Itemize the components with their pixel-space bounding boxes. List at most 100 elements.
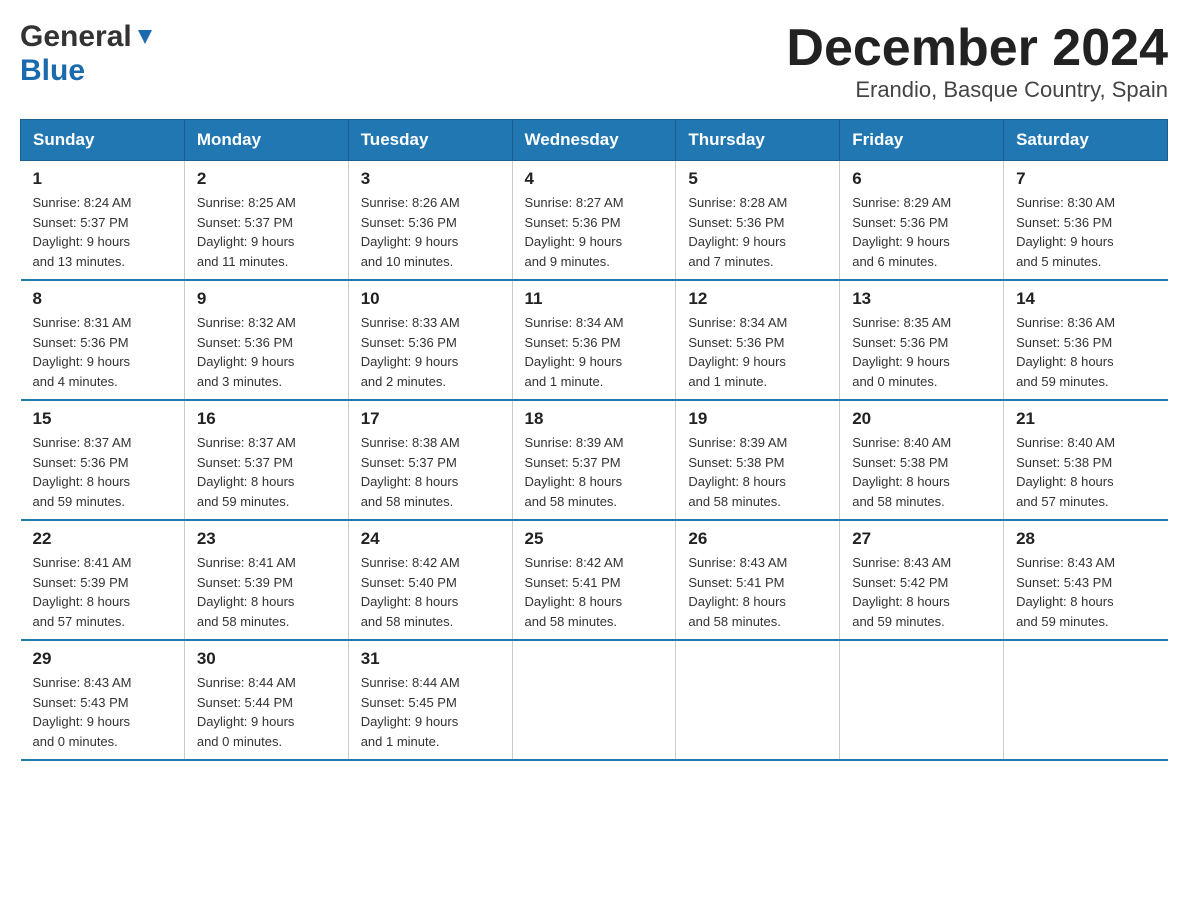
calendar-cell: 18Sunrise: 8:39 AMSunset: 5:37 PMDayligh… [512,400,676,520]
calendar-week-1: 1Sunrise: 8:24 AMSunset: 5:37 PMDaylight… [21,161,1168,281]
header-cell-thursday: Thursday [676,120,840,161]
calendar-cell: 16 Sunrise: 8:37 AMSunset: 5:37 PMDayligh… [184,400,348,520]
day-info: Sunrise: 8:33 AMSunset: 5:36 PMDaylight:… [361,313,500,391]
calendar-cell: 26Sunrise: 8:43 AMSunset: 5:41 PMDayligh… [676,520,840,640]
location: Erandio, Basque Country, Spain [786,77,1168,103]
day-number: 25 [525,529,664,549]
day-info: Sunrise: 8:38 AMSunset: 5:37 PMDaylight:… [361,433,500,511]
calendar-cell [840,640,1004,760]
calendar-week-5: 29 Sunrise: 8:43 AMSunset: 5:43 PMDayligh… [21,640,1168,760]
day-info: Sunrise: 8:35 AMSunset: 5:36 PMDaylight:… [852,313,991,391]
calendar-week-4: 22 Sunrise: 8:41 AMSunset: 5:39 PMDayligh… [21,520,1168,640]
day-number: 23 [197,529,336,549]
day-info: Sunrise: 8:43 AMSunset: 5:43 PMDaylight:… [1016,553,1155,631]
calendar-cell [1004,640,1168,760]
day-info: Sunrise: 8:39 AMSunset: 5:38 PMDaylight:… [688,433,827,511]
day-number: 6 [852,169,991,189]
day-info: Sunrise: 8:43 AMSunset: 5:43 PMDaylight:… [33,673,172,751]
day-info: Sunrise: 8:43 AMSunset: 5:41 PMDaylight:… [688,553,827,631]
day-number: 11 [525,289,664,309]
calendar-cell: 15Sunrise: 8:37 AMSunset: 5:36 PMDayligh… [21,400,185,520]
day-info: Sunrise: 8:40 AMSunset: 5:38 PMDaylight:… [852,433,991,511]
day-info: Sunrise: 8:40 AMSunset: 5:38 PMDaylight:… [1016,433,1155,511]
calendar-cell: 9 Sunrise: 8:32 AMSunset: 5:36 PMDaylight… [184,280,348,400]
day-info: Sunrise: 8:30 AMSunset: 5:36 PMDaylight:… [1016,193,1155,271]
calendar-cell: 12Sunrise: 8:34 AMSunset: 5:36 PMDayligh… [676,280,840,400]
day-number: 16 [197,409,336,429]
calendar-cell: 7 Sunrise: 8:30 AMSunset: 5:36 PMDaylight… [1004,161,1168,281]
calendar-cell: 24Sunrise: 8:42 AMSunset: 5:40 PMDayligh… [348,520,512,640]
day-number: 14 [1016,289,1155,309]
calendar-cell: 19 Sunrise: 8:39 AMSunset: 5:38 PMDayligh… [676,400,840,520]
calendar-cell: 11 Sunrise: 8:34 AMSunset: 5:36 PMDayligh… [512,280,676,400]
day-info: Sunrise: 8:27 AMSunset: 5:36 PMDaylight:… [525,193,664,271]
day-number: 19 [688,409,827,429]
day-info: Sunrise: 8:41 AMSunset: 5:39 PMDaylight:… [197,553,336,631]
day-info: Sunrise: 8:26 AMSunset: 5:36 PMDaylight:… [361,193,500,271]
day-number: 22 [33,529,172,549]
calendar-week-3: 15Sunrise: 8:37 AMSunset: 5:36 PMDayligh… [21,400,1168,520]
calendar-cell: 17Sunrise: 8:38 AMSunset: 5:37 PMDayligh… [348,400,512,520]
day-info: Sunrise: 8:37 AMSunset: 5:37 PMDaylight:… [197,433,336,511]
calendar-cell: 20Sunrise: 8:40 AMSunset: 5:38 PMDayligh… [840,400,1004,520]
day-info: Sunrise: 8:29 AMSunset: 5:36 PMDaylight:… [852,193,991,271]
day-number: 9 [197,289,336,309]
calendar-header: SundayMondayTuesdayWednesdayThursdayFrid… [21,120,1168,161]
calendar-cell: 14 Sunrise: 8:36 AMSunset: 5:36 PMDayligh… [1004,280,1168,400]
day-number: 28 [1016,529,1155,549]
calendar-cell: 27Sunrise: 8:43 AMSunset: 5:42 PMDayligh… [840,520,1004,640]
calendar-cell: 31 Sunrise: 8:44 AMSunset: 5:45 PMDayligh… [348,640,512,760]
header-cell-saturday: Saturday [1004,120,1168,161]
day-number: 13 [852,289,991,309]
logo-general: General [20,20,132,54]
day-number: 29 [33,649,172,669]
day-number: 2 [197,169,336,189]
day-number: 12 [688,289,827,309]
calendar-cell: 4 Sunrise: 8:27 AMSunset: 5:36 PMDaylight… [512,161,676,281]
day-number: 31 [361,649,500,669]
header-row: SundayMondayTuesdayWednesdayThursdayFrid… [21,120,1168,161]
day-number: 1 [33,169,172,189]
day-info: Sunrise: 8:28 AMSunset: 5:36 PMDaylight:… [688,193,827,271]
header-cell-sunday: Sunday [21,120,185,161]
day-number: 7 [1016,169,1155,189]
day-info: Sunrise: 8:25 AMSunset: 5:37 PMDaylight:… [197,193,336,271]
day-info: Sunrise: 8:32 AMSunset: 5:36 PMDaylight:… [197,313,336,391]
day-number: 4 [525,169,664,189]
calendar-cell [512,640,676,760]
day-info: Sunrise: 8:34 AMSunset: 5:36 PMDaylight:… [525,313,664,391]
calendar-week-2: 8Sunrise: 8:31 AMSunset: 5:36 PMDaylight… [21,280,1168,400]
header-cell-tuesday: Tuesday [348,120,512,161]
day-info: Sunrise: 8:42 AMSunset: 5:41 PMDaylight:… [525,553,664,631]
calendar-cell: 21 Sunrise: 8:40 AMSunset: 5:38 PMDayligh… [1004,400,1168,520]
day-info: Sunrise: 8:41 AMSunset: 5:39 PMDaylight:… [33,553,172,631]
calendar-cell: 23 Sunrise: 8:41 AMSunset: 5:39 PMDayligh… [184,520,348,640]
day-number: 3 [361,169,500,189]
title-block: December 2024 Erandio, Basque Country, S… [786,20,1168,103]
calendar-cell: 10 Sunrise: 8:33 AMSunset: 5:36 PMDayligh… [348,280,512,400]
calendar-cell: 2 Sunrise: 8:25 AMSunset: 5:37 PMDaylight… [184,161,348,281]
day-info: Sunrise: 8:31 AMSunset: 5:36 PMDaylight:… [33,313,172,391]
day-info: Sunrise: 8:44 AMSunset: 5:45 PMDaylight:… [361,673,500,751]
day-info: Sunrise: 8:36 AMSunset: 5:36 PMDaylight:… [1016,313,1155,391]
calendar-cell: 28 Sunrise: 8:43 AMSunset: 5:43 PMDayligh… [1004,520,1168,640]
day-info: Sunrise: 8:43 AMSunset: 5:42 PMDaylight:… [852,553,991,631]
header-cell-wednesday: Wednesday [512,120,676,161]
calendar-table: SundayMondayTuesdayWednesdayThursdayFrid… [20,119,1168,761]
calendar-cell: 13 Sunrise: 8:35 AMSunset: 5:36 PMDayligh… [840,280,1004,400]
header-cell-monday: Monday [184,120,348,161]
day-number: 24 [361,529,500,549]
calendar-cell: 25 Sunrise: 8:42 AMSunset: 5:41 PMDayligh… [512,520,676,640]
header-cell-friday: Friday [840,120,1004,161]
day-info: Sunrise: 8:37 AMSunset: 5:36 PMDaylight:… [33,433,172,511]
day-number: 30 [197,649,336,669]
day-number: 5 [688,169,827,189]
day-number: 21 [1016,409,1155,429]
logo-blue: Blue [20,54,85,87]
day-number: 18 [525,409,664,429]
page-header: General Blue December 2024 Erandio, Basq… [20,20,1168,103]
calendar-body: 1Sunrise: 8:24 AMSunset: 5:37 PMDaylight… [21,161,1168,761]
calendar-cell: 8Sunrise: 8:31 AMSunset: 5:36 PMDaylight… [21,280,185,400]
day-number: 10 [361,289,500,309]
calendar-cell: 29 Sunrise: 8:43 AMSunset: 5:43 PMDayligh… [21,640,185,760]
